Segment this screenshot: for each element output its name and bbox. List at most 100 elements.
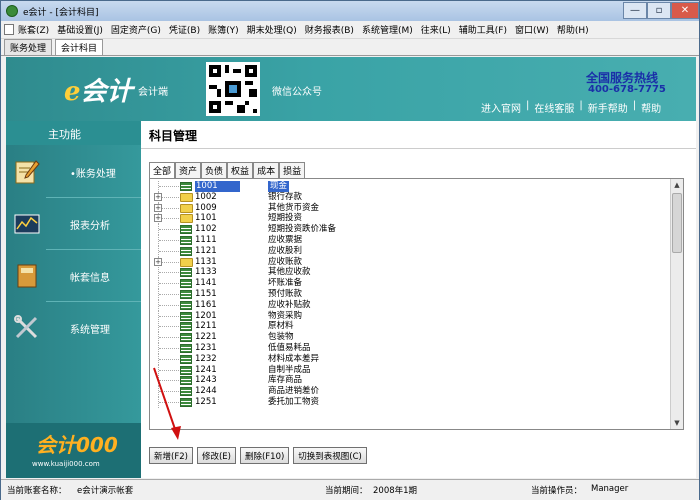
link-beginner-help[interactable]: 新手帮助 [583,100,633,115]
status-period-label: 当前期间： [325,486,368,496]
account-code: 1121 [195,245,217,256]
tree-row[interactable]: 1102 短期投资跌价准备 [150,224,670,236]
title-bar: e会计 - [会计科目] — ▫ ✕ [1,1,699,21]
action-buttons: 新增(F2) 修改(E) 删除(F10) 切换到表视图(C) [149,447,371,464]
scroll-up-icon[interactable]: ▲ [672,180,682,190]
account-name: 自制半成品 [268,364,311,375]
account-tree[interactable]: 1251 委托加工物资 1244 商品进销差价 1243 库存商品 1241 自制半成品 123… [149,178,684,430]
account-name: 应收票据 [268,235,303,245]
tab-liabilities[interactable]: 负债 [201,162,228,179]
tree-row[interactable]: 1232 材料成本差异 [150,353,670,365]
sidebar-item-report-analysis[interactable]: 报表分析 [6,198,141,250]
tree-connector [159,369,179,371]
tree-row[interactable]: 1161 应收补贴款 [150,299,670,311]
scroll-thumb[interactable] [672,193,682,253]
menu-account-set[interactable]: 账套(Z) [14,23,53,36]
tree-row[interactable]: 1201 物资采购 [150,310,670,322]
ledger-icon [180,225,192,235]
tree-scrollbar[interactable]: ▲ ▼ [670,179,683,429]
tree-connector [159,229,179,231]
link-official-site[interactable]: 进入官网 [476,100,526,115]
category-tabs: 全部 资产 负债 权益 成本 损益 [149,162,306,179]
tree-row[interactable]: 1141 坏账准备 [150,278,670,290]
tree-row[interactable]: +1101 短期投资 [150,213,670,225]
expand-icon[interactable]: + [154,214,162,223]
account-code: 1243 [195,375,217,386]
menu-voucher[interactable]: 凭证(B) [165,23,204,36]
tab-equity[interactable]: 权益 [227,162,254,179]
title-divider [141,148,696,149]
ledger-icon [180,387,192,397]
scroll-down-icon[interactable]: ▼ [672,418,682,428]
menu-system-management[interactable]: 系统管理(M) [358,23,417,36]
edit-button[interactable]: 修改(E) [196,447,236,464]
account-code: 1151 [195,289,217,299]
tree-connector [159,358,179,360]
sidebar-item-system-management[interactable]: 系统管理 [6,302,141,354]
add-button[interactable]: 新增(F2) [149,447,193,464]
account-code: 1002 [195,191,217,202]
account-name: 短期投资 [268,213,303,224]
expand-icon[interactable]: + [154,203,162,212]
ledger-icon [180,182,192,191]
tree-row[interactable]: 1244 商品进销差价 [150,386,670,398]
sidebar-item-accounting[interactable]: •账务处理 [6,146,141,198]
tab-all[interactable]: 全部 [149,162,176,179]
tree-row[interactable]: 1231 低值易耗品 [150,343,670,354]
menu-ledger[interactable]: 账簿(Y) [204,23,243,36]
menu-fixed-assets[interactable]: 固定资产(G) [107,23,165,36]
tree-connector [159,402,179,403]
account-name: 应收补贴款 [268,299,311,310]
menu-financial-reports[interactable]: 财务报表(B) [301,23,358,36]
menu-help[interactable]: 帮助(H) [553,23,593,36]
tree-row[interactable]: 1121 应收股利 [150,245,670,257]
tree-row[interactable]: 1241 自制半成品 [150,364,670,376]
tree-row[interactable]: +1009 其他货币资金 [150,202,670,214]
tab-cost[interactable]: 成本 [253,162,280,179]
tree-row[interactable]: +1131 应收账款 [150,256,670,268]
tree-row[interactable]: 1111 应收票据 [150,235,670,246]
tree-connector [159,326,179,328]
expand-icon[interactable]: + [154,257,162,266]
tree-row[interactable]: 1133 其他应收款 [150,267,670,279]
status-operator-value: Manager [591,484,629,494]
menu-period-end[interactable]: 期末处理(Q) [243,23,301,36]
account-name: 委托加工物资 [268,397,320,407]
expand-icon[interactable]: + [154,192,162,201]
account-name: 原材料 [268,321,294,332]
menu-window[interactable]: 窗口(W) [511,23,553,36]
tree-row[interactable]: 1243 库存商品 [150,375,670,387]
wechat-label: 微信公众号 [272,87,322,98]
tab-profit-loss[interactable]: 损益 [279,162,306,179]
menu-basic-settings[interactable]: 基础设置(J) [53,23,107,36]
tab-chart-of-accounts[interactable]: 会计科目 [55,39,104,55]
status-bar: 当前账套名称： e会计演示帐套 当前期间： 2008年1期 当前操作员： Man… [1,479,699,500]
menu-transactions[interactable]: 往来(L) [417,23,455,36]
maximize-button[interactable]: ▫ [647,2,671,19]
delete-button[interactable]: 删除(F10) [239,447,290,464]
tree-row[interactable]: 1001 现金 [150,181,670,192]
tab-assets[interactable]: 资产 [175,162,202,179]
app-window: e会计 - [会计科目] — ▫ ✕ 账套(Z) 基础设置(J) 固定资产(G)… [0,0,700,500]
tree-connector [159,207,179,209]
tree-row[interactable]: 1251 委托加工物资 [150,397,670,408]
account-name: 预付账款 [268,289,303,299]
tree-row[interactable]: 1151 预付账款 [150,289,670,300]
tree-connector [159,348,179,349]
tree-row[interactable]: 1221 包装物 [150,332,670,344]
account-name: 低值易耗品 [268,343,311,353]
switch-table-view-button[interactable]: 切换到表视图(C) [293,447,367,464]
menu-tools[interactable]: 辅助工具(F) [455,23,511,36]
minimize-button[interactable]: — [623,2,647,19]
ledger-icon [180,344,192,353]
tree-row[interactable]: +1002 银行存款 [150,191,670,203]
tab-accounting[interactable]: 账务处理 [4,39,53,55]
sidebar-item-account-info[interactable]: 帐套信息 [6,250,141,302]
account-code: 1251 [195,397,217,407]
status-operator-label: 当前操作员： [531,486,583,496]
close-button[interactable]: ✕ [671,2,699,19]
link-online-support[interactable]: 在线客服 [529,100,579,115]
account-name: 库存商品 [268,375,303,386]
link-help[interactable]: 帮助 [636,100,666,115]
tree-row[interactable]: 1211 原材料 [150,321,670,333]
